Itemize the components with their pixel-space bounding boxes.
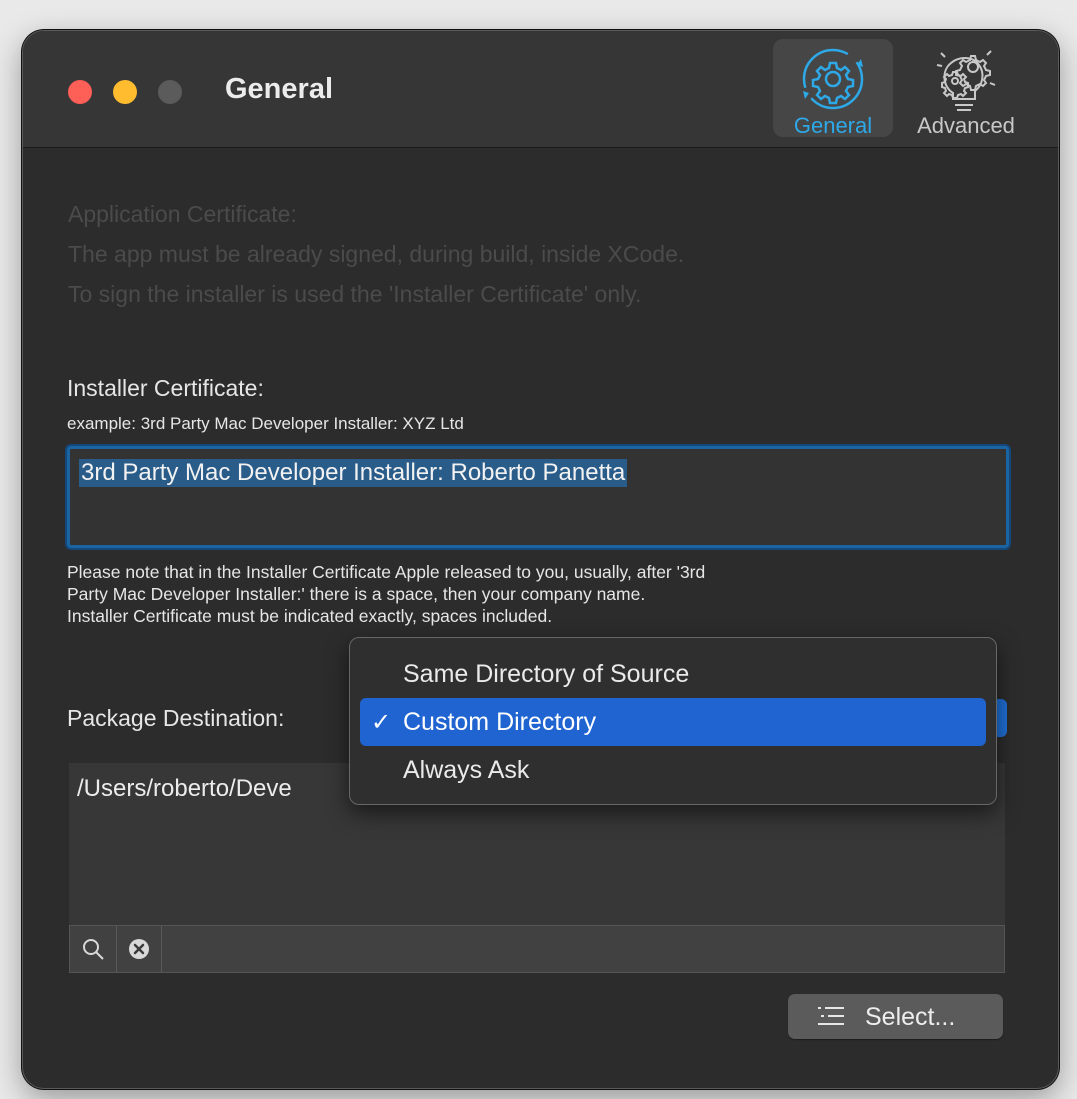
installer-cert-example: example: 3rd Party Mac Developer Install… [67, 414, 464, 433]
app-cert-line1: The app must be already signed, during b… [68, 241, 685, 267]
app-cert-line2: To sign the installer is used the 'Insta… [68, 281, 642, 307]
lightbulb-gears-icon [936, 50, 996, 111]
installer-cert-note: Please note that in the Installer Certif… [67, 561, 987, 627]
search-button[interactable] [70, 926, 117, 972]
select-button[interactable]: Select... [788, 994, 1003, 1039]
menu-item-label: Always Ask [403, 756, 530, 784]
installer-cert-value: 3rd Party Mac Developer Installer: Rober… [79, 459, 628, 487]
checkmark-icon: ✓ [371, 709, 392, 736]
installer-cert-label: Installer Certificate: [67, 375, 264, 401]
minimize-window-button[interactable] [113, 80, 137, 104]
window-title: General [225, 73, 333, 105]
installer-cert-note-line2: Party Mac Developer Installer:' there is… [67, 584, 646, 604]
destination-menu: Same Directory of Source ✓ Custom Direct… [349, 637, 997, 805]
tab-general-label: General [793, 113, 873, 138]
filter-input[interactable] [162, 926, 1004, 972]
menu-item-same-directory[interactable]: Same Directory of Source [360, 650, 986, 698]
preferences-window: General General Advanced Application Cer… [22, 30, 1059, 1089]
installer-cert-note-line1: Please note that in the Installer Certif… [67, 562, 706, 582]
select-button-label: Select... [865, 1003, 956, 1031]
list-icon [818, 1007, 844, 1025]
menu-item-always-ask[interactable]: Always Ask [360, 746, 986, 794]
installer-cert-field[interactable]: 3rd Party Mac Developer Installer: Rober… [67, 446, 1009, 548]
menu-item-label: Custom Directory [403, 708, 597, 736]
titlebar: General General Advanced [23, 31, 1058, 148]
filter-bar [69, 925, 1005, 973]
menu-item-label: Same Directory of Source [403, 660, 690, 688]
installer-cert-note-line3: Installer Certificate must be indicated … [67, 606, 553, 626]
zoom-window-button[interactable] [158, 80, 182, 104]
clear-circle-x-icon [129, 939, 149, 959]
package-destination-label: Package Destination: [67, 705, 285, 731]
tab-advanced-label: Advanced [917, 113, 1015, 138]
app-cert-heading: Application Certificate: [68, 201, 297, 227]
toolbar-tab-advanced[interactable]: Advanced [903, 39, 1029, 138]
close-window-button[interactable] [68, 80, 92, 104]
magnifier-icon [83, 939, 104, 960]
menu-item-custom-directory[interactable]: ✓ Custom Directory [360, 698, 986, 746]
destination-path: /Users/roberto/Deve [77, 775, 292, 802]
gear-sync-icon [802, 48, 864, 110]
clear-button[interactable] [117, 926, 162, 972]
toolbar-tab-general[interactable]: General [773, 39, 893, 138]
